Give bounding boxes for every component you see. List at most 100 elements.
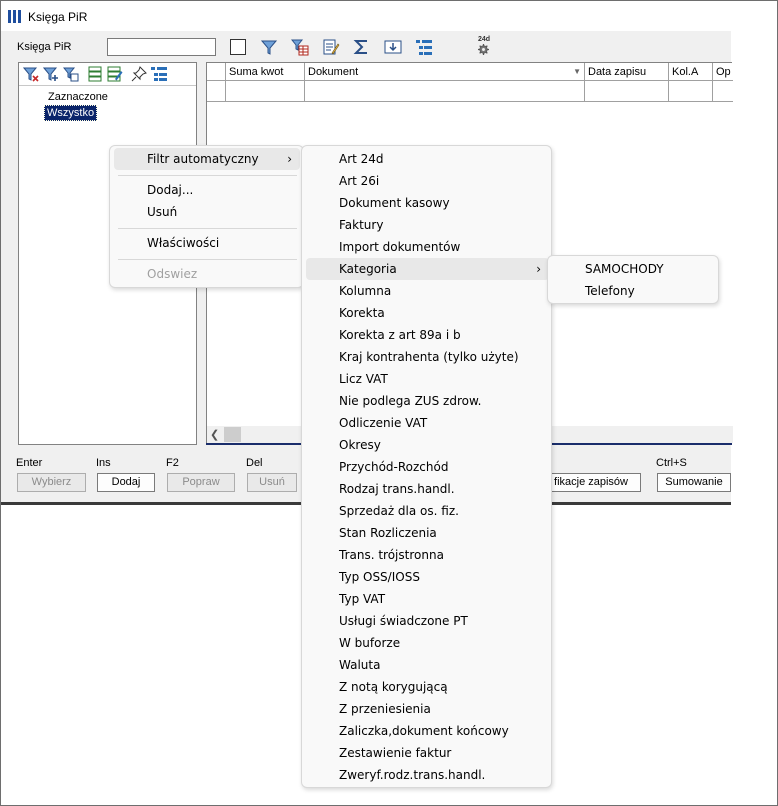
search-input[interactable] xyxy=(107,38,216,56)
filter-table-icon[interactable] xyxy=(291,38,309,56)
menu-separator xyxy=(118,175,297,176)
edit-doc-icon[interactable] xyxy=(322,38,340,56)
menu-item-label: Filtr automatyczny xyxy=(147,152,259,166)
gear-24d-icon[interactable]: 24d xyxy=(475,36,495,56)
filter-item-zestawienie-faktur[interactable]: Zestawienie faktur xyxy=(306,742,549,764)
select-button[interactable]: Wybierz xyxy=(17,473,86,492)
filter-item-label: Odliczenie VAT xyxy=(339,416,428,430)
filter-item-label: Przychód-Rozchód xyxy=(339,460,449,474)
filter-item-stan-rozliczenia[interactable]: Stan Rozliczenia xyxy=(306,522,549,544)
menu-separator xyxy=(118,259,297,260)
menu-item-wlasciwosci[interactable]: Właściwości xyxy=(114,232,300,254)
filter-item-faktury[interactable]: Faktury xyxy=(306,214,549,236)
category-item-telefony[interactable]: Telefony xyxy=(552,280,716,302)
col-header-kol-a[interactable]: Kol.A xyxy=(669,63,713,81)
filter-item-label: Import dokumentów xyxy=(339,240,461,254)
scroll-thumb[interactable] xyxy=(224,427,241,442)
filter-item-nie-podlega-zus-zdrow[interactable]: Nie podlega ZUS zdrow. xyxy=(306,390,549,412)
filter-item-label: Korekta xyxy=(339,306,385,320)
col-header-data-zapisu[interactable]: Data zapisu xyxy=(585,63,669,81)
download-icon[interactable] xyxy=(384,38,402,56)
filter-item-waluta[interactable]: Waluta xyxy=(306,654,549,676)
menu-item-filtr-automatyczny[interactable]: Filtr automatyczny › xyxy=(114,148,300,170)
filter-item-korekta-z-art-89a-i-b[interactable]: Korekta z art 89a i b xyxy=(306,324,549,346)
filter-item-trans-trojstronna[interactable]: Trans. trójstronna xyxy=(306,544,549,566)
filter-item-licz-vat[interactable]: Licz VAT xyxy=(306,368,549,390)
filter-item-sprzedaz-dla-os-fiz[interactable]: Sprzedaż dla os. fiz. xyxy=(306,500,549,522)
filter-item-z-przeniesienia[interactable]: Z przeniesienia xyxy=(306,698,549,720)
tree-item-wszystko[interactable]: Wszystko xyxy=(44,105,98,121)
filter-item-w-buforze[interactable]: W buforze xyxy=(306,632,549,654)
sum-button[interactable]: Sumowanie xyxy=(657,473,731,492)
table-cell xyxy=(713,81,733,102)
filter-item-label: Stan Rozliczenia xyxy=(339,526,437,540)
delete-button[interactable]: Usuń xyxy=(247,473,297,492)
filter-item-zweryf-rodz-trans-handl[interactable]: Zweryf.rodz.trans.handl. xyxy=(306,764,549,786)
filter-item-uslugi-swiadczone-pt[interactable]: Usługi świadczone PT xyxy=(306,610,549,632)
filter-item-kategoria[interactable]: Kategoria › xyxy=(306,258,549,280)
filter-icon[interactable] xyxy=(260,38,278,56)
filter-item-label: Dokument kasowy xyxy=(339,196,450,210)
filter-item-korekta[interactable]: Korekta xyxy=(306,302,549,324)
col-header-suma-kwot[interactable]: Suma kwot xyxy=(226,63,305,81)
filter-item-typ-vat[interactable]: Typ VAT xyxy=(306,588,549,610)
col-header-dokument[interactable]: Dokument ▼ xyxy=(305,63,585,81)
filter-item-label: Nie podlega ZUS zdrow. xyxy=(339,394,482,408)
filter-item-label: Art 26i xyxy=(339,174,380,188)
table-cell xyxy=(226,81,305,102)
toolbar-checkbox[interactable] xyxy=(230,39,246,55)
filter-item-odliczenie-vat[interactable]: Odliczenie VAT xyxy=(306,412,549,434)
filter-item-przychod-rozchod[interactable]: Przychód-Rozchód xyxy=(306,456,549,478)
filter-item-label: Licz VAT xyxy=(339,372,388,386)
menu-item-dodaj[interactable]: Dodaj... xyxy=(114,179,300,201)
list-icon[interactable] xyxy=(415,38,433,56)
menu-item-usun[interactable]: Usuń xyxy=(114,201,300,223)
column-filter-icon[interactable]: ▼ xyxy=(573,63,581,81)
filter-item-art-26i[interactable]: Art 26i xyxy=(306,170,549,192)
filter-add-icon[interactable] xyxy=(43,66,59,82)
tree-edit-icon[interactable] xyxy=(107,66,123,82)
filter-item-import-dokumentow[interactable]: Import dokumentów xyxy=(306,236,549,258)
toolbar-label: Księga PiR xyxy=(17,41,72,53)
filter-item-label: Typ VAT xyxy=(339,592,386,606)
filter-item-label: Usługi świadczone PT xyxy=(339,614,468,628)
row-indicator xyxy=(207,81,226,102)
filter-item-okresy[interactable]: Okresy xyxy=(306,434,549,456)
category-item-samochody[interactable]: SAMOCHODY xyxy=(552,258,716,280)
table-cell xyxy=(305,81,585,102)
filter-item-kraj-kontrahenta-tylko-uzyte[interactable]: Kraj kontrahenta (tylko użyte) xyxy=(306,346,549,368)
filter-item-art-24d[interactable]: Art 24d xyxy=(306,148,549,170)
filter-item-label: Okresy xyxy=(339,438,381,452)
filter-item-label: Typ OSS/IOSS xyxy=(339,570,420,584)
filter-table-icon[interactable] xyxy=(63,66,79,82)
chevron-right-icon: › xyxy=(287,152,292,166)
tree-item-zaznaczone[interactable]: Zaznaczone xyxy=(46,90,110,104)
edit-button[interactable]: Popraw xyxy=(167,473,235,492)
menu-item-odswiez: Odswiez xyxy=(147,267,198,281)
filter-item-label: W buforze xyxy=(339,636,401,650)
filter-item-dokument-kasowy[interactable]: Dokument kasowy xyxy=(306,192,549,214)
filter-item-label: Z notą korygującą xyxy=(339,680,448,694)
col-header-op[interactable]: Op xyxy=(713,63,733,81)
filter-item-rodzaj-trans-handl[interactable]: Rodzaj trans.handl. xyxy=(306,478,549,500)
filter-item-kolumna[interactable]: Kolumna xyxy=(306,280,549,302)
filter-item-label: Waluta xyxy=(339,658,381,672)
pin-icon[interactable] xyxy=(131,66,147,82)
sum-icon[interactable] xyxy=(353,38,371,56)
col-header-indicator[interactable] xyxy=(207,63,226,81)
filter-item-zaliczka-dokument-koncowy[interactable]: Zaliczka,dokument końcowy xyxy=(306,720,549,742)
filter-item-label: Rodzaj trans.handl. xyxy=(339,482,455,496)
app-icon xyxy=(8,10,22,23)
filter-submenu: Art 24d Art 26i Dokument kasowy Faktury Impo… xyxy=(301,145,552,788)
scroll-left-icon[interactable]: ❮ xyxy=(210,428,219,441)
filter-clear-icon[interactable] xyxy=(23,66,39,82)
add-button[interactable]: Dodaj xyxy=(97,473,155,492)
filter-item-typ-oss-ioss[interactable]: Typ OSS/IOSS xyxy=(306,566,549,588)
category-submenu: SAMOCHODY Telefony xyxy=(547,255,719,304)
tree-list-icon[interactable] xyxy=(87,66,103,82)
title-bar: Księga PiR xyxy=(1,1,731,31)
filter-item-z-nota-korygujaca[interactable]: Z notą korygującą xyxy=(306,676,549,698)
filter-item-label: Sprzedaż dla os. fiz. xyxy=(339,504,459,518)
table-row[interactable] xyxy=(207,81,733,102)
list-tree-icon[interactable] xyxy=(151,66,167,82)
